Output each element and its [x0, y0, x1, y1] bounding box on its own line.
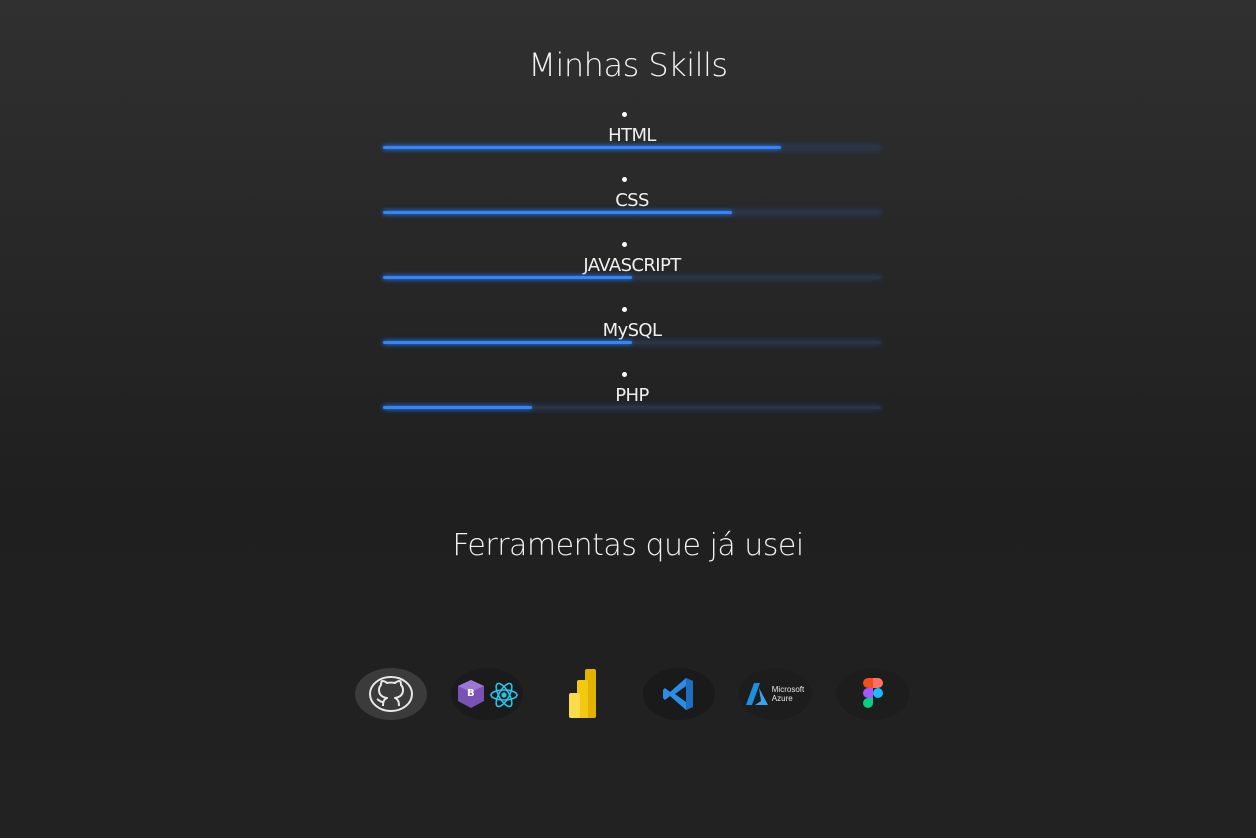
skills-list: HTML CSS JAVASCRIPT MySQL PHP: [383, 106, 881, 431]
skill-label: HTML: [608, 125, 656, 146]
list-bullet: [622, 242, 627, 247]
skill-progress-fill: [383, 211, 732, 214]
list-bullet: [622, 307, 627, 312]
skill-progress-fill: [383, 341, 632, 344]
list-bullet: [622, 177, 627, 182]
vscode-icon[interactable]: [643, 668, 715, 720]
list-bullet: [622, 112, 627, 117]
skill-item-html: HTML: [383, 106, 881, 171]
skill-item-mysql: MySQL: [383, 301, 881, 366]
skill-progress-bar: [383, 276, 881, 279]
figma-icon[interactable]: [837, 668, 909, 720]
skill-label: MySQL: [602, 320, 662, 341]
skill-progress-bar: [383, 406, 881, 409]
skill-label: CSS: [615, 190, 649, 211]
bootstrap-react-icons[interactable]: B: [451, 668, 523, 720]
skill-progress-bar: [383, 146, 881, 149]
list-bullet: [622, 372, 627, 377]
bootstrap-icon: B: [458, 680, 484, 708]
skill-label: JAVASCRIPT: [583, 255, 681, 276]
skill-progress-fill: [383, 276, 632, 279]
skill-label: PHP: [615, 385, 649, 406]
skills-title: Minhas Skills: [528, 46, 728, 84]
react-icon: [490, 682, 518, 708]
azure-icon[interactable]: Microsoft Azure: [739, 668, 811, 720]
skill-progress-bar: [383, 341, 881, 344]
azure-logo-text: Microsoft Azure: [771, 685, 805, 703]
skill-item-javascript: JAVASCRIPT: [383, 236, 881, 301]
svg-text:B: B: [467, 688, 475, 699]
skill-progress-bar: [383, 211, 881, 214]
github-icon[interactable]: [355, 668, 427, 720]
tools-title: Ferramentas que já usei: [452, 528, 804, 563]
skill-item-php: PHP: [383, 366, 881, 431]
skill-progress-fill: [383, 406, 533, 409]
power-bi-icon[interactable]: [547, 668, 619, 720]
skill-item-css: CSS: [383, 171, 881, 236]
tools-icons-row: B Microsoft Azure: [355, 668, 915, 720]
skill-progress-fill: [383, 146, 782, 149]
